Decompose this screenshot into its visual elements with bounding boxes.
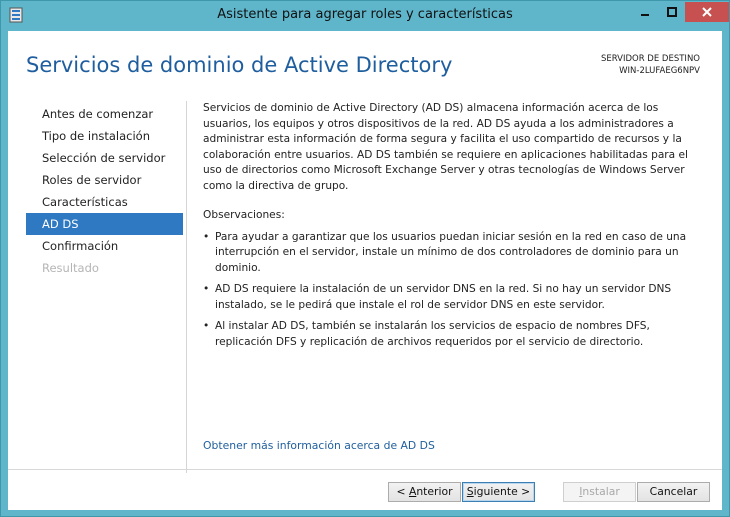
ad-ds-description: Servicios de dominio de Active Directory… [203, 102, 688, 192]
observation-text: Al instalar AD DS, también se instalarán… [215, 320, 650, 348]
nav-item-antes-de-comenzar[interactable]: Antes de comenzar [26, 103, 183, 125]
nav-item-resultado: Resultado [42, 261, 99, 275]
back-button[interactable]: < Anterior [388, 482, 461, 502]
observation-text: Para ayudar a garantizar que los usuario… [215, 230, 687, 274]
nav-divider [186, 101, 187, 473]
install-button: Instalar [563, 482, 636, 502]
nav-item-caracteristicas[interactable]: Características [26, 191, 183, 213]
page-title: Servicios de dominio de Active Directory [26, 53, 453, 77]
back-button-label: nterior [416, 485, 453, 498]
more-info-link[interactable]: Obtener más información acerca de AD DS [203, 439, 435, 452]
list-item: • Al instalar AD DS, también se instalar… [203, 319, 708, 350]
close-button[interactable] [685, 2, 729, 22]
cancel-button[interactable]: Cancelar [637, 482, 710, 502]
wizard-steps-nav: Antes de comenzar Tipo de instalación Se… [26, 103, 183, 279]
wizard-client-area: Servicios de dominio de Active Directory… [8, 31, 722, 510]
window-title: Asistente para agregar roles y caracterí… [217, 7, 513, 22]
minimize-icon [640, 14, 649, 16]
maximize-icon [666, 7, 677, 17]
wizard-window: Asistente para agregar roles y caracterí… [0, 0, 730, 517]
back-button-prefix: < [396, 485, 409, 498]
close-icon [702, 7, 712, 17]
bullet-icon: • [203, 230, 210, 243]
nav-item-seleccion-de-servidor[interactable]: Selección de servidor [26, 147, 183, 169]
nav-item-confirmacion[interactable]: Confirmación [26, 235, 183, 257]
destination-server: SERVIDOR DE DESTINO WIN-2LUFAEG6NPV [601, 53, 700, 77]
minimize-button[interactable] [631, 2, 658, 22]
maximize-button[interactable] [658, 2, 685, 22]
bullet-icon: • [203, 283, 210, 295]
nav-item-roles-de-servidor[interactable]: Roles de servidor [26, 169, 183, 191]
nav-item-tipo-de-instalacion[interactable]: Tipo de instalación [26, 125, 183, 147]
next-button[interactable]: Siguiente > [462, 482, 535, 502]
destination-server-name: WIN-2LUFAEG6NPV [619, 66, 700, 76]
list-item: • AD DS requiere la instalación de un se… [203, 282, 708, 313]
install-button-label: nstalar [582, 485, 620, 498]
observation-text: AD DS requiere la instalación de un serv… [215, 283, 672, 311]
bullet-icon: • [203, 320, 210, 332]
next-button-hotkey: S [466, 485, 474, 498]
destination-server-label: SERVIDOR DE DESTINO [600, 54, 700, 64]
observations-heading: Observaciones: [203, 209, 285, 221]
list-item: • Para ayudar a garantizar que los usuar… [203, 230, 708, 277]
content-pane: Servicios de dominio de Active Directory… [203, 101, 708, 356]
next-button-label: iguiente > [473, 485, 531, 498]
title-bar[interactable]: Asistente para agregar roles y caracterí… [1, 1, 729, 30]
nav-item-ad-ds[interactable]: AD DS [26, 213, 183, 235]
footer-divider [8, 469, 722, 470]
